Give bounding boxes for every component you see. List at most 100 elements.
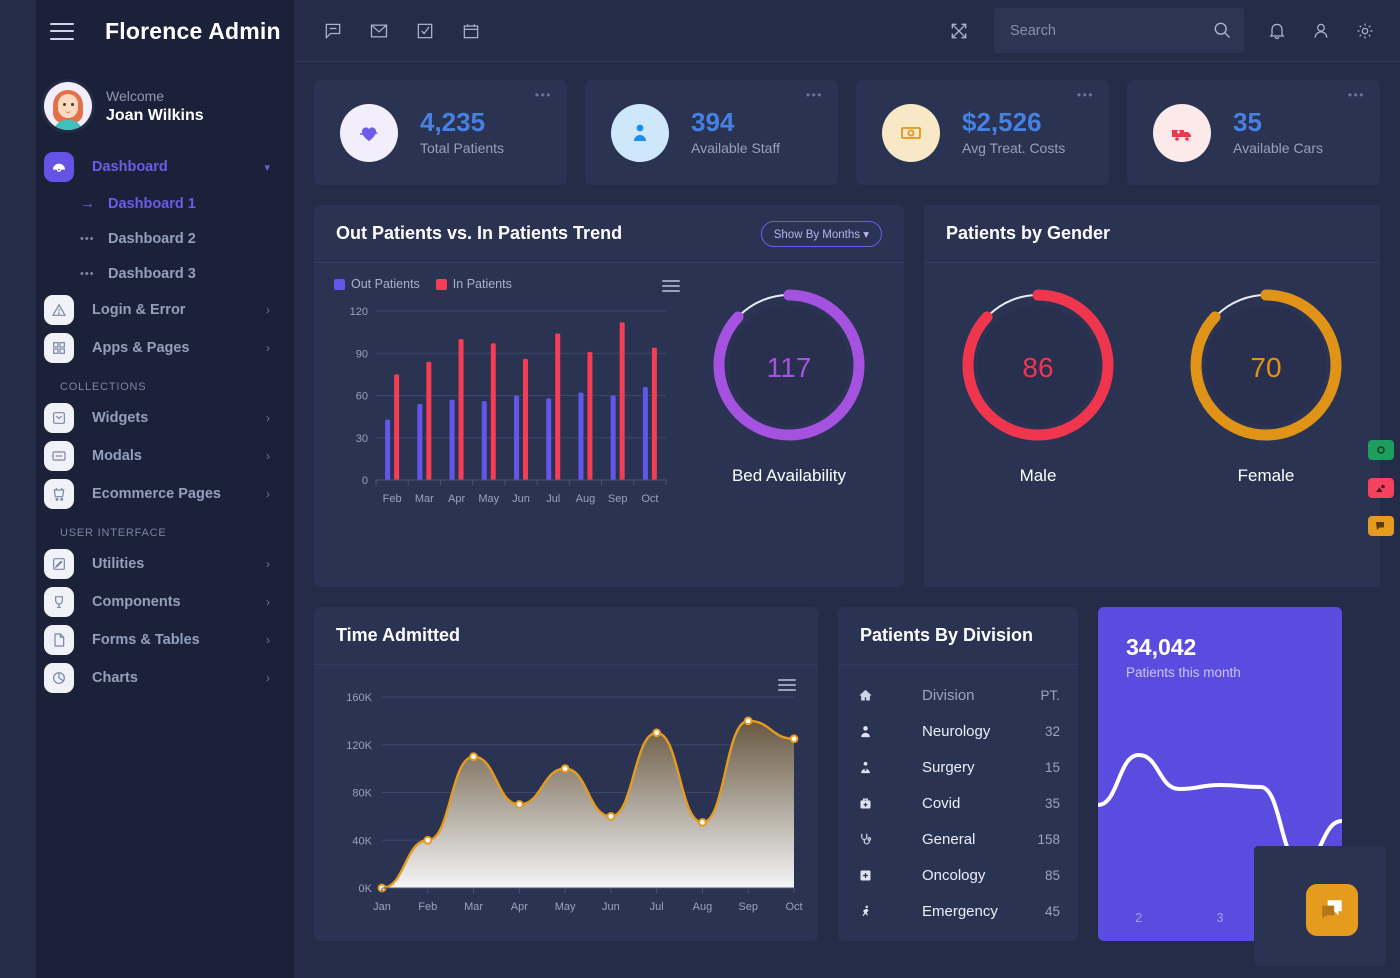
sidebar-nav: Dashboard ▾ → Dashboard 1 ••• Dashboard … — [0, 148, 294, 697]
fullscreen-expand-icon[interactable] — [948, 20, 970, 42]
table-row[interactable]: Surgery 15 — [838, 749, 1078, 785]
gear-icon[interactable] — [1354, 20, 1376, 42]
svg-text:120: 120 — [350, 306, 368, 318]
svg-text:40K: 40K — [352, 835, 372, 847]
division-pt: 15 — [1030, 760, 1060, 775]
user-profile-icon[interactable] — [1310, 20, 1332, 42]
avatar[interactable] — [44, 82, 92, 130]
search-box[interactable] — [994, 8, 1244, 53]
sidebar-item-forms-tables[interactable]: Forms & Tables › — [0, 621, 294, 659]
task-check-icon[interactable] — [414, 20, 436, 42]
show-by-months-dropdown[interactable]: Show By Months ▾ — [761, 221, 882, 247]
stat-card-available-staff[interactable]: ••• 394 Available Staff — [585, 80, 838, 185]
content-area: ••• 4,235 Total Patients ••• 394 — [294, 62, 1400, 978]
pie-chart-icon — [44, 663, 74, 693]
svg-text:Apr: Apr — [511, 901, 528, 913]
sidebar-item-dashboard-1[interactable]: → Dashboard 1 — [0, 186, 294, 221]
sidebar-item-dashboard[interactable]: Dashboard ▾ — [0, 148, 294, 186]
legend-out-patients[interactable]: Out Patients — [334, 277, 420, 291]
division-pt: 85 — [1030, 868, 1060, 883]
mail-icon[interactable] — [368, 20, 390, 42]
svg-text:Aug: Aug — [576, 493, 596, 505]
legend-in-patients[interactable]: In Patients — [436, 277, 512, 291]
document-icon — [44, 625, 74, 655]
sidebar-item-login-error[interactable]: Login & Error › — [0, 291, 294, 329]
month-patients-value: 34,042 — [1126, 633, 1342, 661]
area-chart-wrap: 0K40K80K120K160KJanFebMarAprMayJunJulAug… — [314, 665, 818, 933]
bed-gauge-caption: Bed Availability — [732, 466, 846, 486]
division-column-header: Division — [922, 687, 1030, 704]
dots-icon: ••• — [80, 268, 102, 280]
search-input[interactable] — [994, 8, 1244, 53]
chevron-right-icon: › — [266, 596, 270, 608]
svg-text:Sep: Sep — [608, 493, 628, 505]
division-pt: 32 — [1030, 724, 1060, 739]
bell-icon[interactable] — [1266, 20, 1288, 42]
sidebar-label: Login & Error — [92, 302, 266, 318]
card-menu-dots[interactable]: ••• — [535, 90, 552, 100]
svg-text:May: May — [555, 901, 576, 913]
running-person-icon — [858, 904, 880, 919]
trend-panel: Out Patients vs. In Patients Trend Show … — [314, 205, 904, 587]
hamburger-menu-icon[interactable] — [662, 280, 680, 295]
app-root: Florence Admin Welcome Joan Wilkins Dash… — [0, 0, 1400, 978]
stat-card-avg-treat-costs[interactable]: ••• $2,526 Avg Treat. Costs — [856, 80, 1109, 185]
sidebar-item-charts[interactable]: Charts › — [0, 659, 294, 697]
bed-gauge-value: 117 — [701, 277, 877, 458]
sidebar-section-collections: COLLECTIONS — [0, 367, 294, 399]
chat-bubble-icon[interactable] — [1368, 516, 1394, 536]
card-menu-dots[interactable]: ••• — [1348, 90, 1365, 100]
stat-card-available-cars[interactable]: ••• 35 Available Cars — [1127, 80, 1380, 185]
table-row[interactable]: Oncology 85 — [838, 857, 1078, 893]
stat-card-total-patients[interactable]: ••• 4,235 Total Patients — [314, 80, 567, 185]
female-gauge-caption: Female — [1238, 466, 1295, 486]
heartbeat-icon — [340, 104, 398, 162]
division-pt: 35 — [1030, 796, 1060, 811]
arrow-right-icon: → — [80, 195, 102, 212]
sidebar-item-widgets[interactable]: Widgets › — [0, 399, 294, 437]
bar-chart-svg: 0306090120FebMarAprMayJunJulAugSepOct — [334, 303, 674, 518]
stat-label: Available Staff — [691, 138, 780, 158]
division-name: Oncology — [922, 867, 1030, 884]
hamburger-icon[interactable] — [50, 23, 74, 40]
svg-text:Jun: Jun — [602, 901, 620, 913]
sidebar-section-user-interface: USER INTERFACE — [0, 513, 294, 545]
sidebar-label: Charts — [92, 670, 266, 686]
sidebar-item-dashboard-2[interactable]: ••• Dashboard 2 — [0, 221, 294, 256]
sidebar-item-modals[interactable]: Modals › — [0, 437, 294, 475]
svg-text:Feb: Feb — [418, 901, 437, 913]
table-row[interactable]: Neurology 32 — [838, 713, 1078, 749]
chat-bubbles-icon[interactable] — [1306, 884, 1358, 936]
svg-text:90: 90 — [356, 348, 368, 360]
division-panel: Patients By Division Division PT. N — [838, 607, 1078, 941]
table-row[interactable]: Covid 35 — [838, 785, 1078, 821]
sidebar-item-utilities[interactable]: Utilities › — [0, 545, 294, 583]
bed-gauge: 117 — [701, 277, 877, 458]
camera-circle-icon[interactable] — [1368, 440, 1394, 460]
sidebar-item-components[interactable]: Components › — [0, 583, 294, 621]
division-name: Surgery — [922, 759, 1030, 776]
search-icon[interactable] — [1212, 20, 1232, 40]
calendar-icon[interactable] — [460, 20, 482, 42]
table-row[interactable]: Emergency 45 — [838, 893, 1078, 929]
sidebar-item-dashboard-3[interactable]: ••• Dashboard 3 — [0, 256, 294, 291]
stat-value: 4,235 — [420, 107, 485, 137]
card-menu-dots[interactable]: ••• — [1077, 90, 1094, 100]
image-icon[interactable] — [1368, 478, 1394, 498]
shopping-cart-icon — [44, 479, 74, 509]
sidebar-item-apps-pages[interactable]: Apps & Pages › — [0, 329, 294, 367]
gauge-female: 70 Female — [1178, 277, 1354, 486]
sidebar-label: Ecommerce Pages — [92, 486, 266, 502]
modal-window-icon — [44, 441, 74, 471]
table-row[interactable]: General 158 — [838, 821, 1078, 857]
hamburger-menu-icon[interactable] — [778, 679, 796, 694]
chevron-right-icon: › — [266, 672, 270, 684]
money-bill-icon — [882, 104, 940, 162]
pencil-edit-icon — [44, 549, 74, 579]
sidebar-item-ecommerce-pages[interactable]: Ecommerce Pages › — [0, 475, 294, 513]
stat-label: Avg Treat. Costs — [962, 138, 1065, 158]
doctor-icon — [611, 104, 669, 162]
division-name: Emergency — [922, 903, 1030, 920]
card-menu-dots[interactable]: ••• — [806, 90, 823, 100]
chat-icon[interactable] — [322, 20, 344, 42]
